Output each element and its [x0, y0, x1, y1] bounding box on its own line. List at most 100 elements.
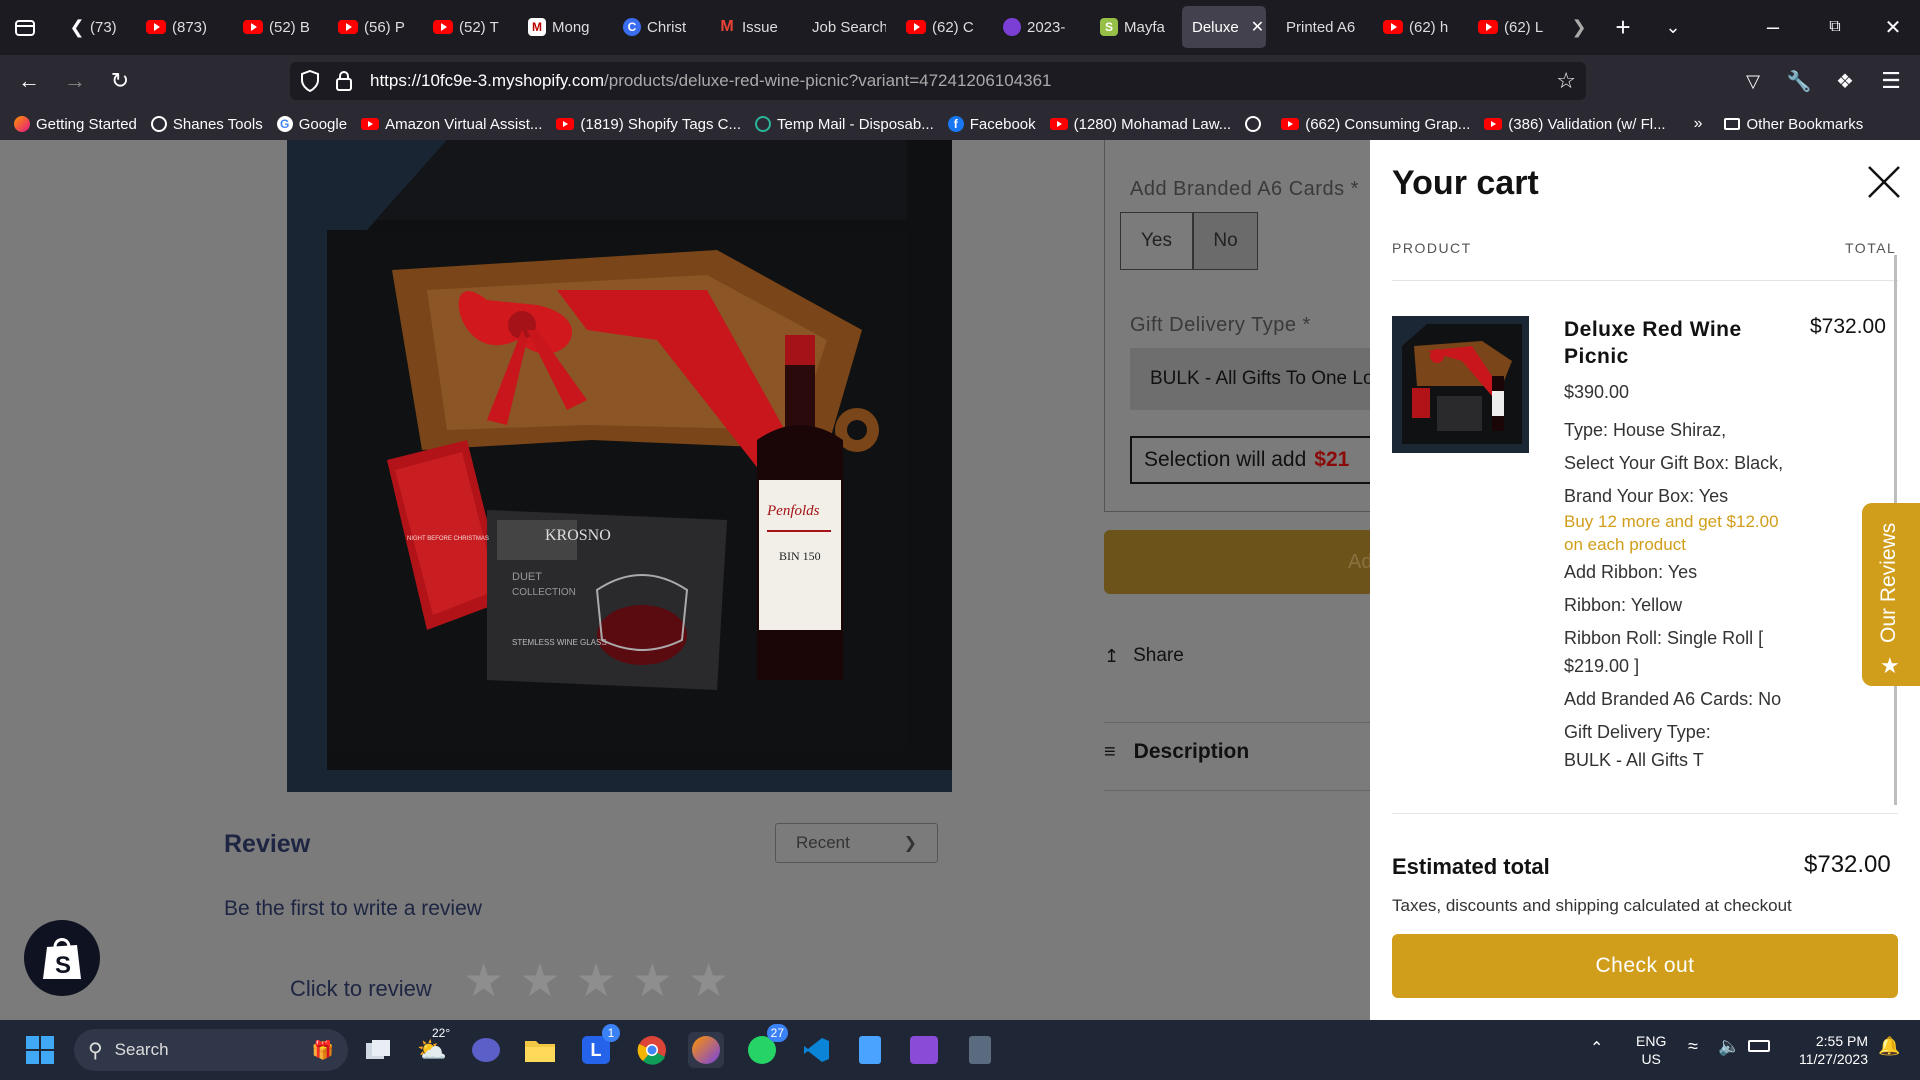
cart-item-name[interactable]: Deluxe Red Wine Picnic — [1564, 316, 1784, 370]
shopify-icon: S — [1100, 18, 1118, 36]
task-view-icon[interactable] — [360, 1032, 396, 1068]
calculator-icon[interactable] — [962, 1032, 998, 1068]
pocket-icon[interactable]: ▽ — [1736, 64, 1770, 98]
forward-icon[interactable]: → — [58, 64, 92, 98]
tab[interactable]: M Mong — [522, 6, 597, 48]
more-bookmarks-icon[interactable]: » — [1694, 115, 1703, 133]
add-to-cart-button[interactable]: Ad — [1104, 530, 1374, 594]
tab[interactable]: (52) T — [427, 6, 502, 48]
tab[interactable]: Printed A6 — [1280, 6, 1360, 48]
star-icon[interactable]: ★ — [463, 955, 504, 1005]
star-icon[interactable]: ★ — [632, 955, 673, 1005]
estimated-total-value: $732.00 — [1804, 851, 1891, 878]
star-icon[interactable]: ★ — [688, 955, 729, 1005]
vscode-icon[interactable] — [798, 1032, 834, 1068]
tab[interactable]: (62) L — [1472, 6, 1547, 48]
close-cart-icon[interactable] — [1866, 164, 1902, 200]
bookmark-item[interactable]: Shanes Tools — [150, 116, 263, 133]
back-icon[interactable]: ← — [12, 64, 46, 98]
google-icon: G — [276, 116, 293, 132]
bookmark-item[interactable]: (1280) Mohamad Law... — [1049, 116, 1231, 133]
lens-app-icon[interactable]: L1 — [578, 1024, 620, 1068]
tab-label: Mayfa — [1124, 18, 1165, 36]
bookmark-item[interactable]: Temp Mail - Disposab... — [755, 116, 934, 133]
wifi-icon[interactable]: ≈ — [1688, 1036, 1698, 1057]
tab[interactable]: (62) C — [900, 6, 980, 48]
checkout-label: Check out — [1595, 954, 1695, 977]
svg-text:S: S — [55, 952, 71, 979]
reload-icon[interactable]: ↻ — [103, 64, 137, 98]
star-icon[interactable]: ★ — [576, 955, 617, 1005]
tracking-shield-icon[interactable] — [300, 70, 324, 92]
start-menu-icon[interactable] — [22, 1032, 58, 1068]
extensions-icon[interactable]: ❖ — [1828, 64, 1862, 98]
star-rating[interactable]: ★ ★ ★ ★ ★ — [463, 955, 729, 1005]
tab[interactable]: (73) — [84, 6, 124, 48]
close-tab-icon[interactable]: ✕ — [1251, 17, 1264, 37]
whatsapp-icon[interactable]: 27 — [744, 1024, 788, 1068]
star-icon[interactable]: ★ — [519, 955, 560, 1005]
youtube-icon — [1484, 118, 1503, 130]
notepad-icon[interactable] — [852, 1032, 888, 1068]
tab[interactable]: (62) h — [1377, 6, 1452, 48]
image-label-bin: BIN 150 — [779, 549, 821, 563]
bookmark-star-icon[interactable]: ☆ — [1556, 68, 1576, 94]
bookmark-item[interactable] — [1245, 116, 1267, 132]
review-sort-dropdown[interactable]: Recent ❯ — [775, 823, 938, 863]
firefox-icon[interactable] — [688, 1032, 724, 1068]
volume-icon[interactable]: 🔈 — [1718, 1036, 1740, 1057]
teams-chat-icon[interactable] — [468, 1032, 504, 1068]
delivery-type-select[interactable]: BULK - All Gifts To One Loc — [1130, 348, 1380, 410]
bookmark-item[interactable]: (386) Validation (w/ Fl... — [1484, 116, 1666, 133]
tab[interactable]: 2023- — [997, 6, 1072, 48]
bookmark-item[interactable]: G Google — [276, 116, 347, 133]
bookmark-item[interactable]: Getting Started — [14, 116, 137, 133]
checkout-button[interactable]: Check out — [1392, 934, 1898, 998]
tools-icon[interactable]: 🔧 — [1782, 64, 1816, 98]
other-bookmarks[interactable]: Other Bookmarks — [1724, 116, 1863, 133]
tab[interactable]: (873) — [140, 6, 215, 48]
restore-icon[interactable]: ⧉ — [1818, 10, 1852, 44]
description-accordion[interactable]: ≡ Description — [1104, 740, 1249, 764]
show-hidden-icons[interactable]: ⌃ — [1590, 1038, 1603, 1058]
list-tabs-icon[interactable]: ⌄ — [1656, 10, 1690, 44]
delivery-type-label: Gift Delivery Type * — [1130, 314, 1311, 336]
lock-icon[interactable] — [336, 71, 358, 91]
tab[interactable]: (56) P — [332, 6, 407, 48]
chrome-icon[interactable] — [634, 1032, 670, 1068]
tab-overview-icon[interactable] — [8, 10, 42, 44]
notifications-bell-icon[interactable]: 🔔 — [1878, 1036, 1900, 1057]
bookmark-item[interactable]: f Facebook — [947, 116, 1036, 133]
minimize-icon[interactable]: – — [1756, 10, 1790, 44]
tab[interactable]: (52) B — [237, 6, 312, 48]
tab[interactable]: C Christ — [617, 6, 692, 48]
clock[interactable]: 2:55 PM 11/27/2023 — [1786, 1032, 1868, 1068]
tempmail-icon — [755, 116, 772, 132]
bookmark-item[interactable]: (1819) Shopify Tags C... — [556, 116, 741, 133]
our-reviews-tab[interactable]: Our Reviews ★ — [1862, 503, 1920, 686]
weather-icon[interactable]: ⛅ 22° — [414, 1026, 450, 1068]
tab[interactable]: Job Search — [806, 6, 886, 48]
share-button[interactable]: ↥ Share — [1104, 645, 1184, 667]
close-window-icon[interactable]: ✕ — [1876, 10, 1910, 44]
taskbar-search[interactable]: ⚲ Search 🎁 — [74, 1029, 348, 1071]
shopify-chat-button[interactable]: S — [24, 920, 100, 996]
tab[interactable]: S Mayfa — [1094, 6, 1169, 48]
tab-active[interactable]: Deluxe ✕ — [1182, 6, 1266, 48]
bookmark-item[interactable]: (662) Consuming Grap... — [1281, 116, 1470, 133]
bookmark-item[interactable]: Amazon Virtual Assist... — [361, 116, 542, 133]
a6-no-button[interactable]: No — [1193, 212, 1258, 270]
tab-scroll-right-icon[interactable]: ❯ — [1562, 10, 1596, 44]
a6-yes-button[interactable]: Yes — [1120, 212, 1193, 270]
product-image[interactable]: KROSNO DUET COLLECTION STEMLESS WINE GLA… — [287, 140, 952, 792]
battery-icon[interactable] — [1748, 1040, 1770, 1052]
visual-studio-icon[interactable] — [906, 1032, 942, 1068]
address-bar[interactable]: https://10fc9e-3.myshopify.com/products/… — [290, 62, 1586, 100]
menu-icon[interactable]: ☰ — [1874, 64, 1908, 98]
file-explorer-icon[interactable] — [522, 1032, 558, 1068]
cart-item-image[interactable] — [1392, 316, 1529, 453]
tab[interactable]: M Issue — [712, 6, 792, 48]
input-language[interactable]: ENG US — [1636, 1032, 1666, 1068]
weather-temp: 22° — [432, 1026, 451, 1040]
new-tab-icon[interactable]: + — [1606, 10, 1640, 44]
